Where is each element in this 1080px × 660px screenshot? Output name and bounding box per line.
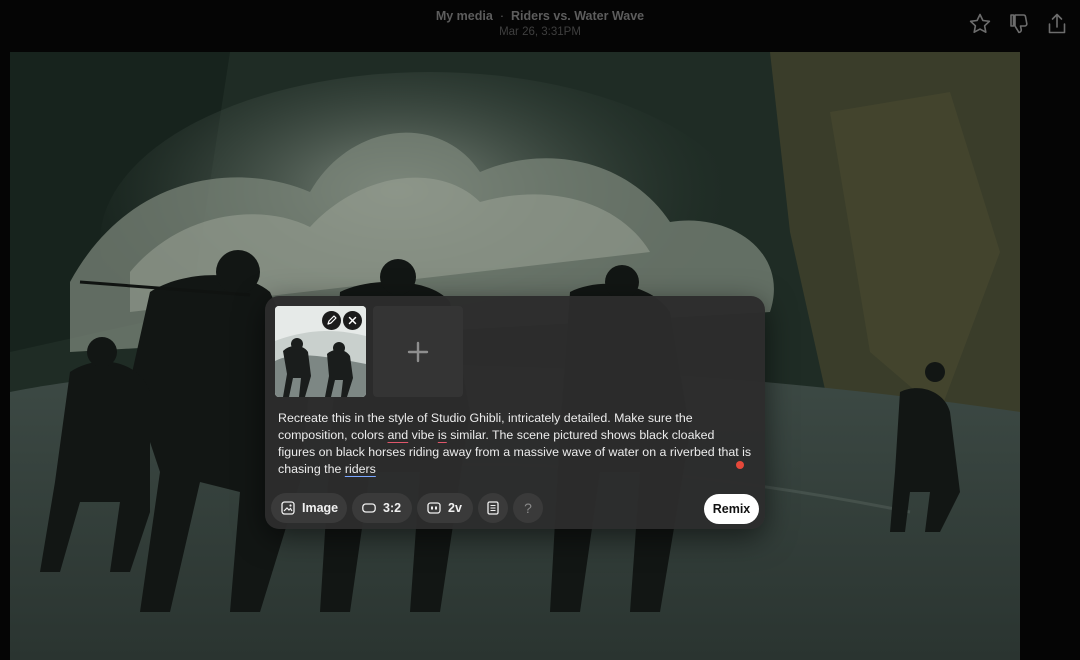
help-button[interactable]: ? (513, 493, 543, 523)
variations-icon (427, 502, 441, 514)
timestamp: Mar 26, 3:31PM (499, 26, 581, 38)
presets-button[interactable] (478, 493, 508, 523)
status-dot (736, 461, 744, 469)
prompt-textarea[interactable]: Recreate this in the style of Studio Ghi… (278, 410, 754, 478)
image-icon (281, 501, 295, 515)
document-icon (487, 501, 499, 515)
thumbs-down-icon (1010, 14, 1028, 34)
variations-label: 2v (448, 501, 462, 515)
right-margin (1020, 52, 1080, 660)
aspect-ratio-icon (362, 503, 376, 513)
image-mode-label: Image (302, 501, 339, 515)
remix-button[interactable]: Remix (704, 494, 759, 524)
star-icon (969, 13, 991, 33)
image-mode-button[interactable]: Image (271, 493, 347, 523)
top-bar: My media · Riders vs. Water Wave Mar 26, 3… (0, 0, 1080, 52)
breadcrumb-separator: · (499, 9, 504, 23)
share-button[interactable] (1044, 11, 1070, 37)
remix-panel: Recreate this in the style of Studio Ghi… (265, 296, 765, 529)
share-icon (1048, 13, 1066, 34)
reference-image-thumbnail[interactable] (275, 306, 366, 397)
page-title: Riders vs. Water Wave (510, 9, 645, 23)
prompt-text-2: vibe (408, 428, 438, 442)
aspect-ratio-button[interactable]: 3:2 (352, 493, 412, 523)
remove-thumbnail-button[interactable] (343, 311, 362, 330)
favorite-button[interactable] (967, 11, 993, 37)
plus-icon (407, 341, 429, 363)
breadcrumb-my-media[interactable]: My media (436, 9, 493, 23)
prompt-flagged-word-and: and (387, 428, 409, 442)
edit-thumbnail-button[interactable] (322, 311, 341, 330)
pencil-icon (327, 315, 337, 325)
prompt-flagged-word-is: is (437, 428, 447, 442)
dislike-button[interactable] (1006, 11, 1032, 37)
breadcrumb: My media · Riders vs. Water Wave (0, 9, 1080, 23)
close-icon (348, 316, 357, 325)
prompt-flagged-word-riders: riders (344, 462, 376, 476)
add-image-button[interactable] (373, 306, 463, 397)
variations-button[interactable]: 2v (417, 493, 473, 523)
aspect-ratio-label: 3:2 (383, 501, 402, 515)
